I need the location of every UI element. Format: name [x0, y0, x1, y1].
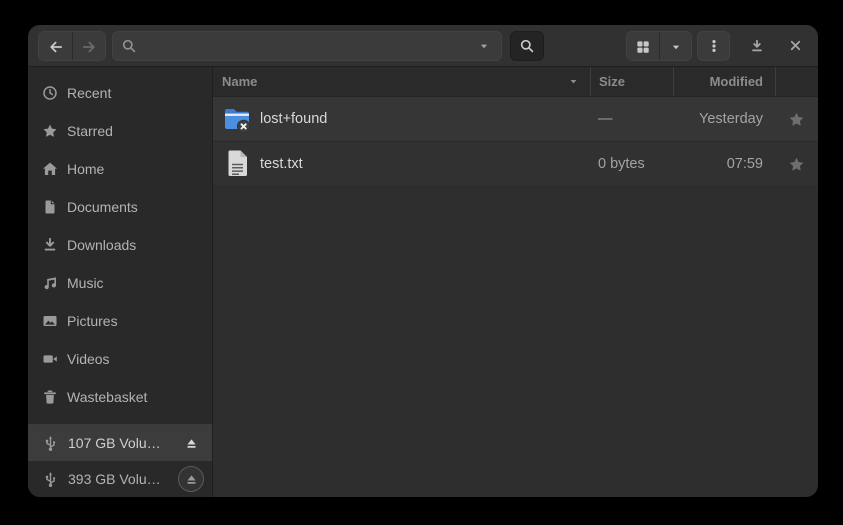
eject-button[interactable] — [178, 466, 204, 492]
documents-icon — [42, 199, 58, 215]
headerbar — [28, 25, 818, 67]
recent-icon — [42, 85, 58, 101]
location-search-entry[interactable] — [112, 31, 502, 61]
sidebar-item-label: Recent — [67, 85, 111, 101]
sidebar-item-label: Documents — [67, 199, 138, 215]
sidebar-volume-393gb[interactable]: 393 GB Volu… — [28, 461, 212, 497]
file-size: 0 bytes — [590, 156, 673, 172]
sidebar-item-downloads[interactable]: Downloads — [28, 226, 212, 264]
sidebar-item-label: Music — [67, 275, 104, 291]
chevron-down-icon[interactable] — [477, 39, 493, 53]
downloads-icon — [42, 237, 58, 253]
file-list-pane: Name Size Modified — [213, 67, 818, 497]
sidebar-item-label: Home — [67, 161, 104, 177]
column-header-modified[interactable]: Modified — [673, 67, 775, 96]
forward-button[interactable] — [72, 32, 105, 61]
file-name-cell: lost+found — [213, 103, 590, 135]
home-icon — [42, 161, 58, 177]
volume-label: 393 GB Volu… — [68, 471, 161, 487]
arrow-right-icon — [81, 39, 97, 55]
back-button[interactable] — [39, 32, 72, 61]
star-toggle[interactable] — [775, 111, 818, 128]
sidebar-item-label: Starred — [67, 123, 113, 139]
sidebar-volume-107gb[interactable]: 107 GB Volu… — [28, 425, 212, 461]
sidebar-item-documents[interactable]: Documents — [28, 188, 212, 226]
file-modified: 07:59 — [673, 156, 775, 172]
file-manager-window: Recent Starred Home Documents — [28, 25, 818, 497]
sidebar-item-label: Wastebasket — [67, 389, 147, 405]
search-toggle-button[interactable] — [510, 31, 544, 61]
close-button[interactable] — [782, 33, 808, 59]
eject-button[interactable] — [178, 430, 204, 456]
file-name-cell: test.txt — [213, 148, 590, 180]
search-icon — [121, 38, 137, 54]
navigation-buttons — [38, 31, 106, 61]
column-header-name[interactable]: Name — [213, 67, 590, 96]
minimize-button[interactable] — [744, 33, 770, 59]
sidebar-item-wastebasket[interactable]: Wastebasket — [28, 378, 212, 416]
starred-icon — [42, 123, 58, 139]
view-options-button[interactable] — [659, 32, 691, 61]
search-icon — [519, 38, 535, 54]
search-input[interactable] — [137, 38, 477, 54]
list-header: Name Size Modified — [213, 67, 818, 97]
videos-icon — [42, 351, 58, 367]
hamburger-menu-button[interactable] — [697, 31, 730, 61]
file-name: test.txt — [260, 156, 303, 172]
pictures-icon — [42, 313, 58, 329]
sidebar-item-label: Downloads — [67, 237, 136, 253]
folder-no-access-icon — [221, 103, 253, 135]
sidebar-item-videos[interactable]: Videos — [28, 340, 212, 378]
sidebar-item-recent[interactable]: Recent — [28, 74, 212, 112]
text-file-icon — [221, 148, 253, 180]
file-size: — — [590, 111, 673, 127]
file-row-test-txt[interactable]: test.txt 0 bytes 07:59 — [213, 142, 818, 187]
view-switcher — [626, 31, 692, 61]
sidebar: Recent Starred Home Documents — [28, 67, 213, 497]
file-row-lost-found[interactable]: lost+found — Yesterday — [213, 97, 818, 142]
arrow-left-icon — [48, 39, 64, 55]
sidebar-item-label: Videos — [67, 351, 110, 367]
column-header-star — [775, 67, 818, 96]
column-label: Name — [222, 74, 257, 89]
chevron-down-icon — [669, 40, 683, 54]
sidebar-item-home[interactable]: Home — [28, 150, 212, 188]
eject-icon — [184, 472, 199, 487]
column-label: Size — [599, 74, 625, 89]
sidebar-item-label: Pictures — [67, 313, 118, 329]
sort-indicator-icon[interactable] — [567, 75, 580, 88]
close-icon — [788, 38, 803, 53]
usb-drive-icon — [42, 471, 59, 488]
sidebar-item-music[interactable]: Music — [28, 264, 212, 302]
music-icon — [42, 275, 58, 291]
kebab-menu-icon — [706, 38, 722, 54]
grid-icon — [635, 39, 651, 55]
sidebar-item-pictures[interactable]: Pictures — [28, 302, 212, 340]
volume-label: 107 GB Volu… — [68, 435, 161, 451]
wastebasket-icon — [42, 389, 58, 405]
usb-drive-icon — [42, 435, 59, 452]
column-header-size[interactable]: Size — [590, 67, 673, 96]
eject-icon — [184, 436, 199, 451]
minimize-icon — [749, 38, 765, 54]
file-modified: Yesterday — [673, 111, 775, 127]
sidebar-item-starred[interactable]: Starred — [28, 112, 212, 150]
grid-view-button[interactable] — [627, 32, 659, 61]
column-label: Modified — [710, 74, 763, 89]
file-name: lost+found — [260, 111, 327, 127]
star-toggle[interactable] — [775, 156, 818, 173]
